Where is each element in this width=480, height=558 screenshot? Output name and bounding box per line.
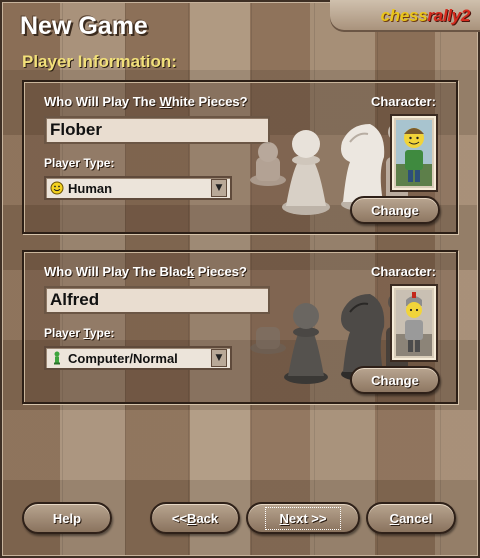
section-title: Player Information: — [22, 52, 177, 71]
black-player-type-value: Computer/Normal — [68, 350, 178, 366]
chessrally-logo: chessrally2 — [380, 6, 471, 26]
logo-text-rally: rally2 — [427, 6, 470, 25]
next-button-post: ext >> — [288, 510, 327, 526]
character-flober-icon — [396, 120, 432, 186]
white-player-type-select[interactable]: Human ▼ — [44, 176, 232, 200]
white-question-pre: Who Will Play The — [44, 94, 160, 109]
logo-text-chess: chess — [380, 6, 428, 25]
chevron-down-icon[interactable]: ▼ — [211, 349, 227, 367]
black-question-pre: Who Will Play The Blac — [44, 264, 187, 279]
black-player-type-label: Player Type: — [44, 326, 115, 340]
black-player-type-select[interactable]: Computer/Normal ▼ — [44, 346, 232, 370]
cancel-button-accel: C — [389, 510, 400, 526]
next-button[interactable]: Next >> — [246, 502, 360, 534]
black-character-portrait[interactable] — [390, 284, 438, 362]
back-button-pre: << — [171, 510, 188, 526]
black-player-panel: Who Will Play The Black Pieces? Characte… — [22, 250, 458, 404]
white-question-post: hite Pieces? — [171, 94, 248, 109]
window-title: New Game — [20, 12, 148, 40]
computer-figure-icon — [49, 350, 65, 366]
next-button-focus-frame: Next >> — [264, 506, 342, 530]
white-player-type-value: Human — [68, 180, 113, 196]
black-player-type-label-pre: Player — [44, 326, 84, 340]
cancel-button-post: ancel — [399, 510, 433, 526]
cancel-button[interactable]: Cancel — [366, 502, 456, 534]
black-player-type-label-post: ype: — [89, 326, 115, 340]
white-change-character-button[interactable]: Change — [350, 196, 440, 224]
black-question-label: Who Will Play The Black Pieces? — [44, 264, 247, 279]
help-button[interactable]: Help — [22, 502, 112, 534]
black-name-input[interactable]: Alfred — [44, 286, 270, 314]
smiley-icon — [49, 180, 65, 196]
next-button-accel: N — [279, 510, 289, 526]
logo-tab: chessrally2 — [330, 0, 480, 32]
back-button[interactable]: << Back — [150, 502, 240, 534]
back-button-post: ack — [196, 510, 219, 526]
black-change-character-button[interactable]: Change — [350, 366, 440, 394]
white-name-input[interactable]: Flober — [44, 116, 270, 144]
white-player-type-label: Player Type: — [44, 156, 115, 170]
white-question-accel: W — [159, 94, 172, 109]
white-character-portrait[interactable] — [390, 114, 438, 192]
back-button-accel: B — [187, 510, 197, 526]
white-player-panel: Who Will Play The White Pieces? Characte… — [22, 80, 458, 234]
white-question-label: Who Will Play The White Pieces? — [44, 94, 248, 109]
chevron-down-icon[interactable]: ▼ — [211, 179, 227, 197]
character-alfred-icon — [396, 290, 432, 356]
